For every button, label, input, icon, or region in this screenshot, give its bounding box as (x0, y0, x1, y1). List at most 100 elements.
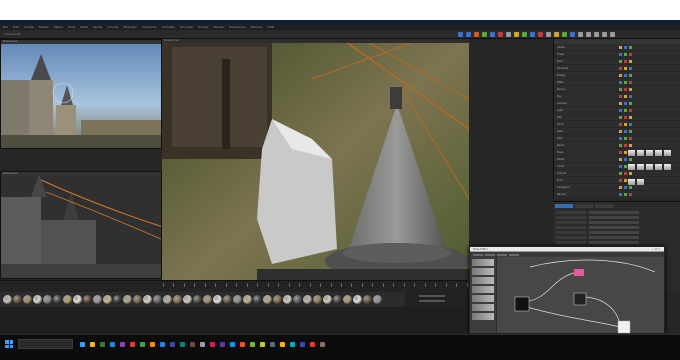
taskbar-app-icon[interactable] (90, 342, 95, 347)
material-swatch[interactable] (53, 295, 62, 304)
object-row[interactable]: Spire (554, 121, 680, 128)
object-tag-icon[interactable] (619, 73, 622, 77)
layer-swatch[interactable] (637, 150, 644, 156)
toolbar-tool-icon[interactable] (602, 32, 607, 37)
object-row[interactable]: Windows (554, 65, 680, 72)
material-swatch[interactable] (63, 295, 72, 304)
menu-item-render[interactable]: Render (214, 25, 225, 29)
object-row[interactable]: Bridge (554, 72, 680, 79)
toolbar-tool-icon[interactable] (506, 32, 511, 37)
material-swatch[interactable] (263, 295, 272, 304)
taskbar-app-icon[interactable] (250, 342, 255, 347)
material-swatch[interactable] (333, 295, 342, 304)
material-swatch[interactable] (353, 295, 362, 304)
object-tag-icon[interactable] (619, 157, 622, 161)
taskbar-app-icon[interactable] (320, 342, 325, 347)
menu-item-tracker[interactable]: Tracker (198, 25, 209, 29)
menu-item-help[interactable]: Help (267, 25, 274, 29)
material-swatch[interactable] (103, 295, 112, 304)
material-swatch[interactable] (313, 295, 322, 304)
toolbar-tool-icon[interactable] (466, 32, 471, 37)
object-row[interactable]: Gate (554, 128, 680, 135)
object-tag-icon[interactable] (619, 164, 622, 168)
object-tag-icon[interactable] (619, 143, 622, 147)
material-swatch[interactable] (253, 295, 262, 304)
material-swatch[interactable] (283, 295, 292, 304)
material-swatch[interactable] (43, 295, 52, 304)
object-tag-icon[interactable] (624, 94, 627, 98)
layer-swatch[interactable] (664, 164, 671, 171)
menu-item-edit[interactable]: Edit (13, 25, 19, 29)
menu-item-tools[interactable]: Tools (68, 25, 75, 29)
viewport-top-left[interactable]: Perspective (0, 39, 162, 149)
material-swatch[interactable] (363, 295, 372, 304)
object-tag-icon[interactable] (619, 122, 622, 126)
object-row[interactable]: Castle (554, 44, 680, 51)
object-tag-icon[interactable] (629, 101, 632, 105)
material-swatch[interactable] (33, 295, 42, 304)
object-tag-icon[interactable] (619, 108, 622, 112)
taskbar-app-icon[interactable] (140, 342, 145, 347)
object-tag-icon[interactable] (624, 143, 627, 147)
material-swatch[interactable] (323, 295, 332, 304)
menu-item-mesh[interactable]: Mesh (80, 25, 88, 29)
object-tag-icon[interactable] (624, 59, 627, 63)
taskbar-app-icon[interactable] (240, 342, 245, 347)
object-tag-icon[interactable] (624, 87, 627, 91)
material-swatch[interactable] (293, 295, 302, 304)
toolbar-tool-icon[interactable] (562, 32, 567, 37)
object-row[interactable]: Light (554, 107, 680, 114)
object-tag-icon[interactable] (619, 150, 622, 154)
object-row[interactable]: Camera (554, 100, 680, 107)
material-swatch[interactable] (223, 295, 232, 304)
layer-swatch[interactable] (637, 164, 644, 171)
menu-item-modes[interactable]: Modes (39, 25, 49, 29)
layer-swatch[interactable] (628, 150, 635, 156)
layer-swatch[interactable] (655, 164, 662, 171)
menu-item-select[interactable]: Select (54, 25, 63, 29)
object-row[interactable]: Path (554, 135, 680, 142)
object-tag-icon[interactable] (619, 66, 622, 70)
material-swatch[interactable] (343, 295, 352, 304)
menu-item-window[interactable]: Window (251, 25, 263, 29)
toolbar-tool-icon[interactable] (594, 32, 599, 37)
toolbar-tool-icon[interactable] (586, 32, 591, 37)
taskbar-app-icon[interactable] (150, 342, 155, 347)
taskbar-app-icon[interactable] (210, 342, 215, 347)
object-tag-icon[interactable] (619, 59, 622, 63)
menu-item-mograph[interactable]: MoGraph (124, 25, 138, 29)
toolbar-tool-icon[interactable] (530, 32, 535, 37)
object-tag-icon[interactable] (624, 80, 627, 84)
toolbar-tool-icon[interactable] (474, 32, 479, 37)
material-swatch[interactable] (3, 295, 12, 304)
taskbar-app-icon[interactable] (230, 342, 235, 347)
object-tag-icon[interactable] (629, 129, 632, 133)
taskbar-app-icon[interactable] (290, 342, 295, 347)
menu-item-animate[interactable]: Animate (162, 25, 175, 29)
layer-swatch[interactable] (664, 150, 671, 156)
material-swatch[interactable] (93, 295, 102, 304)
taskbar-app-icon[interactable] (310, 342, 315, 347)
material-swatch[interactable] (173, 295, 182, 304)
taskbar-app-icon[interactable] (220, 342, 225, 347)
object-row[interactable]: Hall (554, 114, 680, 121)
taskbar-app-icon[interactable] (260, 342, 265, 347)
menu-item-extensions[interactable]: Extensions (229, 25, 245, 29)
material-swatch[interactable] (73, 295, 82, 304)
object-tag-icon[interactable] (619, 94, 622, 98)
object-tag-icon[interactable] (619, 192, 622, 196)
object-row[interactable]: Terrain (554, 86, 680, 93)
object-tag-icon[interactable] (629, 136, 632, 140)
menu-item-file[interactable]: File (3, 25, 8, 29)
taskbar-app-icon[interactable] (110, 342, 115, 347)
toolbar-tool-icon[interactable] (538, 32, 543, 37)
taskbar-app-icon[interactable] (130, 342, 135, 347)
toolbar-tool-icon[interactable] (514, 32, 519, 37)
toolbar-tool-icon[interactable] (490, 32, 495, 37)
viewport-main[interactable]: Perspective (162, 39, 469, 299)
object-tag-icon[interactable] (624, 101, 627, 105)
object-tag-icon[interactable] (629, 66, 632, 70)
object-tag-icon[interactable] (629, 94, 632, 98)
windows-start-icon[interactable] (5, 340, 13, 348)
timeline[interactable] (0, 280, 468, 292)
